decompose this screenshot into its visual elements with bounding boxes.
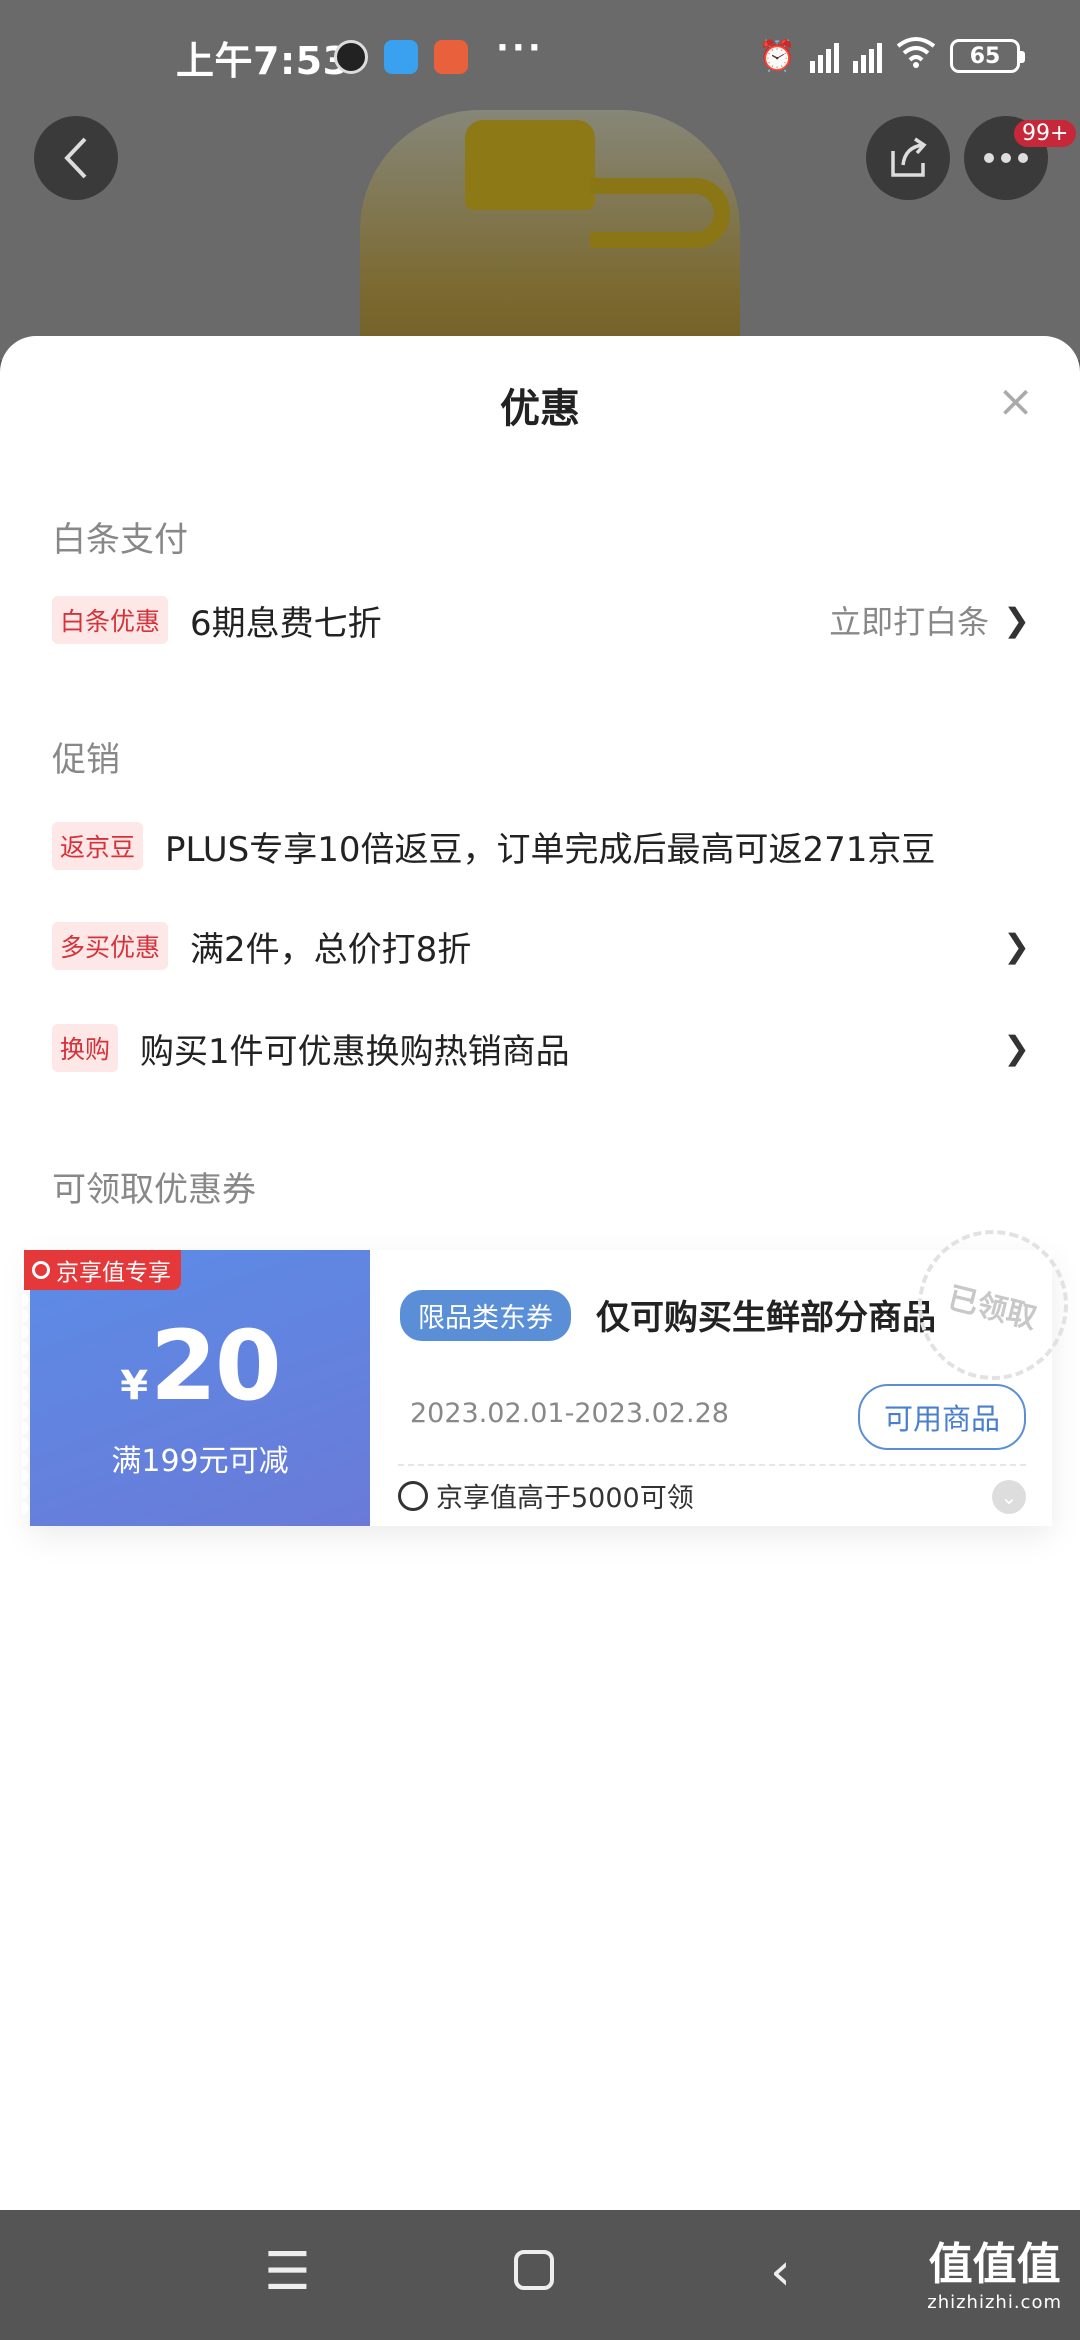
promotion-item-exchange[interactable]: 换购 购买1件可优惠换购热销商品 ❯ bbox=[52, 1018, 1030, 1078]
sheet-title: 优惠 bbox=[500, 386, 580, 432]
coupon-date-range: 2023.02.01-2023.02.28 bbox=[410, 1398, 729, 1429]
coupon-limit: 京享值高于5000可领 bbox=[398, 1476, 694, 1515]
promotion-section-title: 促销 bbox=[52, 740, 120, 780]
vip-badge-icon bbox=[32, 1261, 50, 1279]
coupon-amount: ¥20 bbox=[30, 1310, 370, 1422]
coupon-ribbon: 京享值专享 bbox=[24, 1250, 181, 1290]
shopping-app-icon bbox=[434, 40, 468, 74]
watermark-text: 值值值 bbox=[928, 2239, 1061, 2290]
share-icon bbox=[891, 137, 927, 177]
chevron-right-icon: ❯ bbox=[1003, 927, 1030, 965]
baitiao-tag: 白条优惠 bbox=[52, 596, 169, 644]
promotion-tag: 返京豆 bbox=[52, 822, 144, 870]
message-count-badge: 99+ bbox=[1014, 120, 1077, 147]
limit-info-icon bbox=[398, 1480, 428, 1511]
chevron-right-icon: ❯ bbox=[1003, 601, 1030, 639]
signal-icon-2 bbox=[853, 39, 882, 73]
promotion-item-multibuy[interactable]: 多买优惠 满2件，总价打8折 ❯ bbox=[52, 916, 1030, 976]
coupon-detail-panel: 限品类东券 仅可购买生鲜部分商品 2023.02.01-2023.02.28 可… bbox=[370, 1214, 1080, 1526]
coupon-amount-value: 20 bbox=[150, 1310, 282, 1422]
promotion-text: 满2件，总价打8折 bbox=[190, 929, 472, 970]
coupon-divider bbox=[398, 1464, 1026, 1466]
baitiao-row[interactable]: 白条优惠 6期息费七折 立即打白条 ❯ bbox=[52, 590, 1030, 650]
promotions-sheet: 优惠 × 白条支付 白条优惠 6期息费七折 立即打白条 ❯ 促销 返京豆 PLU… bbox=[0, 336, 1080, 2210]
promotion-item-jingdou: 返京豆 PLUS专享10倍返豆，订单完成后最高可返271京豆 bbox=[52, 816, 1030, 876]
promotion-tag: 多买优惠 bbox=[52, 922, 169, 970]
watermark-subtext: zhizhizhi.com bbox=[927, 2292, 1062, 2313]
claimed-stamp: 已领取 bbox=[902, 1214, 1080, 1396]
chevron-left-icon bbox=[64, 137, 87, 179]
available-products-button[interactable]: 可用商品 bbox=[857, 1384, 1026, 1450]
close-button[interactable]: × bbox=[997, 376, 1034, 427]
coupon-description: 仅可购买生鲜部分商品 bbox=[596, 1298, 936, 1338]
coupon-currency: ¥ bbox=[120, 1363, 148, 1409]
status-indicators: ⏰ 65 bbox=[758, 36, 1025, 76]
wifi-icon bbox=[896, 36, 936, 76]
baitiao-section-title: 白条支付 bbox=[52, 520, 188, 560]
recent-apps-icon[interactable]: ☰ bbox=[264, 2242, 311, 2302]
back-button[interactable] bbox=[34, 116, 118, 200]
watermark-logo: 值值值 zhizhizhi.com bbox=[927, 2228, 1062, 2313]
alarm-icon: ⏰ bbox=[758, 38, 796, 74]
status-bar: 上午7:53 ··· ⏰ 65 bbox=[0, 0, 1080, 110]
bottle-handle-image bbox=[590, 178, 730, 248]
coupon-limit-text: 京享值高于5000可领 bbox=[436, 1483, 694, 1514]
back-nav-icon[interactable]: ‹ bbox=[770, 2242, 791, 2302]
home-icon[interactable] bbox=[514, 2250, 554, 2290]
more-notifications-icon: ··· bbox=[496, 28, 544, 68]
more-dots-icon bbox=[984, 153, 1028, 163]
weather-app-icon bbox=[384, 40, 418, 74]
chevron-right-icon: ❯ bbox=[1003, 1029, 1030, 1067]
battery-icon: 65 bbox=[950, 39, 1025, 73]
baitiao-text: 6期息费七折 bbox=[190, 603, 382, 644]
signal-icon-1 bbox=[810, 39, 839, 73]
coupon-type-badge: 限品类东券 bbox=[400, 1290, 571, 1341]
promotion-text: 购买1件可优惠换购热销商品 bbox=[140, 1031, 570, 1072]
share-button[interactable] bbox=[866, 116, 950, 200]
baitiao-action-link[interactable]: 立即打白条 bbox=[829, 597, 989, 643]
promotion-tag: 换购 bbox=[52, 1024, 119, 1072]
bottle-cap-image bbox=[465, 120, 595, 210]
coupon-condition: 满199元可减 bbox=[111, 1444, 289, 1479]
expand-chevron-icon[interactable]: ⌄ bbox=[992, 1480, 1026, 1514]
clock-app-icon bbox=[334, 40, 368, 74]
coupon-ribbon-label: 京享值专享 bbox=[56, 1260, 171, 1286]
coupon-value-panel: 京享值专享 ¥20 满199元可减 bbox=[22, 1250, 370, 1526]
system-navigation-bar: ☰ ‹ 值值值 zhizhizhi.com bbox=[0, 2210, 1080, 2340]
coupon-section-title: 可领取优惠券 bbox=[52, 1170, 256, 1210]
status-time: 上午7:53 bbox=[176, 39, 350, 83]
promotion-text: PLUS专享10倍返豆，订单完成后最高可返271京豆 bbox=[165, 829, 936, 870]
coupon-card[interactable]: 京享值专享 ¥20 满199元可减 限品类东券 仅可购买生鲜部分商品 2023.… bbox=[22, 1214, 1080, 1526]
